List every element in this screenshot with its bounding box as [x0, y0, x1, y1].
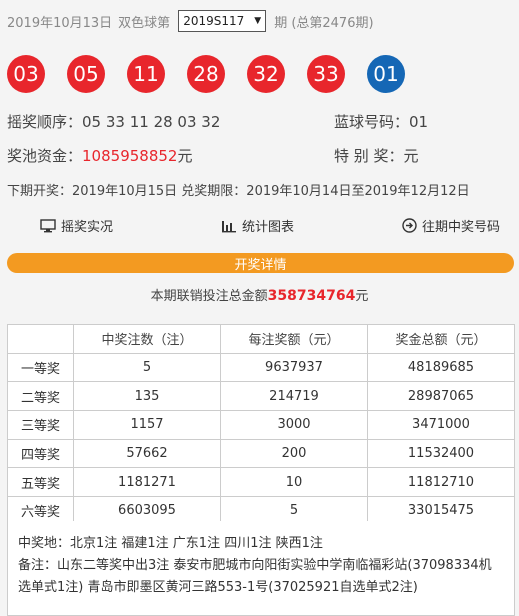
red-ball: 32 [247, 55, 285, 93]
prize-pool: 奖池资金：1085958852元 [7, 145, 192, 166]
table-header-row: 中奖注数（注） 每注奖额（元） 奖金总额（元） [7, 324, 515, 354]
red-ball: 28 [187, 55, 225, 93]
prize-total: 28987065 [367, 381, 515, 412]
prize-level: 三等奖 [7, 410, 74, 440]
table-header: 中奖注数（注） [73, 324, 221, 354]
red-ball: 33 [307, 55, 345, 93]
prize-level: 二等奖 [7, 381, 74, 412]
prize-total: 11532400 [367, 438, 515, 469]
winners-location: 中奖地：北京1注 福建1注 广东1注 四川1注 陕西1注 [18, 536, 323, 551]
special-prize-label: 特 别 奖： [334, 147, 404, 165]
red-ball: 03 [7, 55, 45, 93]
winning-balls: 03 05 11 28 32 33 01 [7, 55, 427, 93]
live-draw-link[interactable]: 摇奖实况 [40, 216, 113, 235]
draw-notes: 中奖地：北京1注 福建1注 广东1注 四川1注 陕西1注 备注：山东二等奖中出3… [7, 521, 515, 616]
winner-count: 1181271 [73, 467, 221, 498]
remarks: 备注：山东二等奖中出3注 泰安市肥城市向阳街实验中学南临福彩站(37098334… [18, 558, 492, 595]
history-numbers-link[interactable]: 往期中奖号码 [402, 216, 500, 235]
table-row: 一等奖 5 9637937 48189685 [7, 352, 515, 383]
draw-order-label: 摇奖顺序： [7, 113, 83, 131]
prize-level: 五等奖 [7, 467, 74, 498]
draw-date: 2019年10月13日 [7, 15, 113, 31]
total-sales-label: 本期联销投注总金额 [150, 289, 268, 304]
prize-total: 11812710 [367, 467, 515, 498]
history-numbers-label: 往期中奖号码 [421, 220, 500, 235]
game-name: 双色球第 [118, 15, 171, 31]
red-ball: 11 [127, 55, 165, 93]
stats-chart-link[interactable]: 统计图表 [221, 216, 294, 235]
special-prize-value: 元 [403, 147, 419, 165]
draw-details-bar[interactable]: 开奖详情 [7, 253, 514, 273]
prize-total: 3471000 [367, 410, 515, 440]
prize-pool-label: 奖池资金： [7, 147, 83, 165]
prize-level: 四等奖 [7, 438, 74, 469]
prize-per-ticket: 3000 [220, 410, 368, 440]
total-sales: 本期联销投注总金额358734764元 [0, 285, 519, 304]
stats-chart-label: 统计图表 [241, 220, 294, 235]
blue-number-value: 01 [409, 113, 429, 131]
next-draw: 下期开奖：2019年10月15日 兑奖期限：2019年10月14日至2019年1… [7, 184, 470, 199]
issue-select[interactable]: 2019S117 ▼ [178, 10, 267, 32]
period-suffix: 期 (总第2476期) [274, 15, 374, 31]
special-prize: 特 别 奖：元 [334, 145, 419, 166]
prize-total: 48189685 [367, 352, 515, 383]
blue-number-label: 蓝球号码： [334, 113, 410, 131]
total-sales-amount: 358734764 [267, 288, 356, 304]
arrow-circle-right-icon [402, 218, 417, 233]
blue-number: 蓝球号码：01 [334, 111, 428, 132]
quick-links: 摇奖实况 统计图表 往期中奖号码 [40, 216, 500, 235]
table-header: 每注奖额（元） [220, 324, 368, 354]
chevron-down-icon: ▼ [254, 16, 262, 26]
prize-per-ticket: 10 [220, 467, 368, 498]
winner-count: 135 [73, 381, 221, 412]
bar-chart-icon [221, 220, 236, 232]
prize-pool-unit: 元 [177, 147, 193, 165]
draw-header: 2019年10月13日 双色球第 2019S117 ▼ 期 (总第2476期) [7, 8, 374, 34]
total-sales-unit: 元 [355, 289, 369, 304]
draw-order: 摇奖顺序：05 33 11 28 03 32 [7, 111, 220, 132]
prize-per-ticket: 214719 [220, 381, 368, 412]
winner-count: 57662 [73, 438, 221, 469]
table-row: 四等奖 57662 200 11532400 [7, 438, 515, 469]
draw-order-value: 05 33 11 28 03 32 [82, 113, 221, 131]
red-ball: 05 [67, 55, 105, 93]
prize-table: 中奖注数（注） 每注奖额（元） 奖金总额（元） 一等奖 5 9637937 48… [7, 324, 515, 526]
winner-count: 5 [73, 352, 221, 383]
prize-per-ticket: 9637937 [220, 352, 368, 383]
blue-ball: 01 [367, 55, 405, 93]
winner-count: 1157 [73, 410, 221, 440]
table-header [7, 324, 74, 354]
live-draw-label: 摇奖实况 [61, 220, 114, 235]
table-row: 二等奖 135 214719 28987065 [7, 381, 515, 412]
issue-select-value: 2019S117 [183, 14, 245, 28]
prize-per-ticket: 200 [220, 438, 368, 469]
table-row: 五等奖 1181271 10 11812710 [7, 467, 515, 498]
table-row: 三等奖 1157 3000 3471000 [7, 410, 515, 440]
prize-level: 一等奖 [7, 352, 74, 383]
monitor-icon [40, 218, 56, 232]
table-header: 奖金总额（元） [367, 324, 515, 354]
prize-pool-value: 1085958852 [82, 147, 178, 165]
